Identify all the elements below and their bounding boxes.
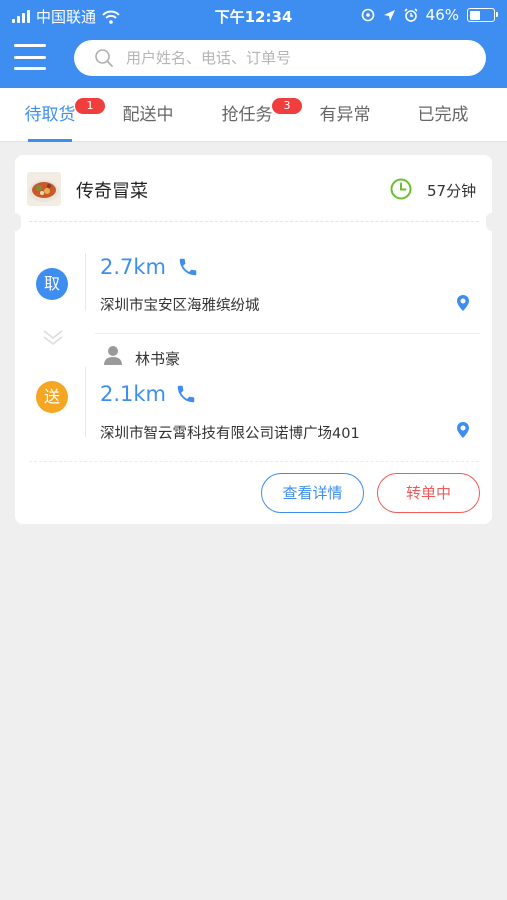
delivery-tag: 送 [36,381,68,413]
tab-label: 有异常 [319,105,371,125]
tab-delivering[interactable]: 配送中 [103,88,193,142]
clock-icon [390,178,412,200]
location-pin-icon[interactable] [455,421,471,439]
card-notch-right [486,213,498,231]
screen-lock-icon [361,8,374,22]
shop-thumbnail [27,172,61,206]
alarm-icon [404,8,418,22]
search-bar[interactable] [74,40,486,76]
tab-grab-tasks[interactable]: 抢任务 3 [202,88,302,142]
search-input[interactable] [126,49,446,67]
pickup-line [85,253,86,311]
tab-label: 已完成 [417,105,469,125]
person-icon [104,346,122,365]
location-arrow-icon [383,9,395,21]
tab-badge: 3 [272,98,302,114]
customer-name: 林书豪 [135,350,181,368]
view-details-button[interactable]: 查看详情 [261,473,364,513]
divider [95,333,480,334]
status-bar: 中国联通 下午12:34 46% [0,0,507,30]
tab-label: 抢任务 [221,105,273,125]
delivery-line [85,367,86,437]
tab-label: 待取货 [24,105,76,125]
card-notch-left [9,213,21,231]
phone-icon[interactable] [177,256,199,278]
eta-time: 57分钟 [427,182,477,200]
order-card[interactable]: 传奇冒菜 57分钟 取 2.7km 深圳市宝安区海雅缤纷城 林书豪 送 2.1k… [9,155,498,524]
order-status-tabs: 待取货 1 配送中 抢任务 3 有异常 已完成 [0,88,507,142]
shop-name: 传奇冒菜 [76,181,148,202]
pickup-address: 深圳市宝安区海雅缤纷城 [100,298,260,314]
search-icon [95,49,113,67]
tab-label: 配送中 [122,105,174,125]
top-bar: 中国联通 下午12:34 46% [0,0,507,88]
divider [29,221,479,222]
tab-exceptions[interactable]: 有异常 [300,88,390,142]
pickup-distance: 2.7km [100,255,167,279]
battery-icon [467,8,498,22]
transfer-order-button[interactable]: 转单中 [377,473,480,513]
battery-percent: 46% [425,6,459,24]
delivery-address: 深圳市智云霄科技有限公司诺博广场401 [100,426,360,442]
tab-badge: 1 [75,98,105,114]
pickup-tag: 取 [36,268,68,300]
menu-button[interactable] [14,44,46,70]
tab-completed[interactable]: 已完成 [398,88,488,142]
location-pin-icon[interactable] [455,294,471,312]
divider [29,461,479,462]
chevron-down-icon [43,330,63,345]
tab-pending-pickup[interactable]: 待取货 1 [5,88,105,142]
phone-icon[interactable] [175,383,197,405]
delivery-distance: 2.1km [100,382,167,406]
